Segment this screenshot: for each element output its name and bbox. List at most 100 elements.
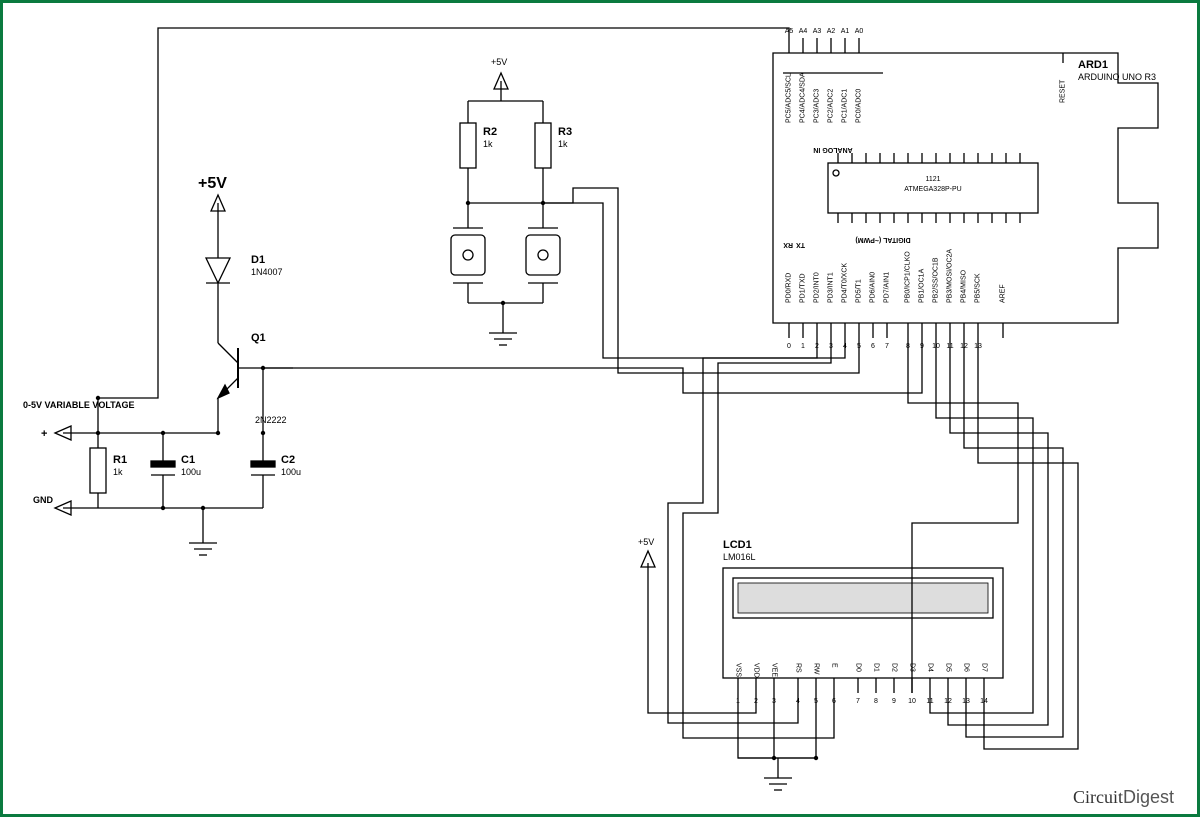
- svg-text:PD3/INT1: PD3/INT1: [828, 272, 835, 303]
- reset: RESET: [1060, 79, 1067, 103]
- gnd-label: GND: [33, 495, 54, 505]
- arrow-5v-buttons: [494, 73, 508, 101]
- svg-text:PC5/ADC5/SCL: PC5/ADC5/SCL: [786, 73, 793, 123]
- svg-text:A3: A3: [813, 28, 822, 35]
- c2-val: 100u: [281, 467, 301, 477]
- svg-text:E: E: [831, 663, 838, 668]
- q1-ref: Q1: [251, 332, 266, 344]
- svg-text:VSS: VSS: [735, 663, 742, 677]
- svg-text:PD1/TXD: PD1/TXD: [800, 273, 807, 303]
- plus-sign: +: [41, 428, 47, 440]
- svg-text:7: 7: [885, 343, 889, 350]
- svg-text:A4: A4: [799, 28, 808, 35]
- rx-label: RX: [783, 241, 793, 248]
- svg-text:A0: A0: [855, 28, 864, 35]
- chip-num: 1121: [925, 176, 940, 183]
- svg-text:PB0/ICP1/CLKO: PB0/ICP1/CLKO: [905, 251, 912, 303]
- svg-text:PD2/INT0: PD2/INT0: [814, 272, 821, 303]
- d1-val: 1N4007: [251, 267, 283, 277]
- svg-text:VDD: VDD: [753, 663, 760, 678]
- svg-text:PD7/AIN1: PD7/AIN1: [884, 272, 891, 303]
- ard-ref: ARD1: [1078, 59, 1108, 71]
- schematic-frame: +5V D1 1N4007 Q1 2N2222 0-5V VARIABLE VO…: [0, 0, 1200, 817]
- label-5v-lcd: +5V: [638, 537, 654, 547]
- tx-label: TX: [796, 241, 805, 248]
- svg-text:PB2/SS/OC1B: PB2/SS/OC1B: [933, 257, 940, 303]
- svg-text:RS: RS: [795, 663, 802, 673]
- svg-text:PD5/T1: PD5/T1: [856, 279, 863, 303]
- svg-text:VEE: VEE: [771, 663, 778, 677]
- svg-text:PC4/ADC4/SDA: PC4/ADC4/SDA: [800, 72, 807, 123]
- arrow-5v-main: [211, 195, 225, 231]
- lcd-pin-labels: VSS VDD VEE RS RW E D0 D1 D2 D3 D4 D5 D6…: [735, 663, 988, 705]
- cap-c1: [151, 433, 175, 508]
- c1-ref: C1: [181, 454, 195, 466]
- svg-text:PC2/ADC2: PC2/ADC2: [828, 89, 835, 123]
- analog-pins: A5 A4 A3 A2 A1 A0 PC5/ADC5/SCL PC4/ADC4/…: [785, 28, 864, 123]
- svg-text:A2: A2: [827, 28, 836, 35]
- svg-text:A1: A1: [841, 28, 850, 35]
- r3-val: 1k: [558, 139, 568, 149]
- net-vss-gnd: [738, 693, 816, 758]
- svg-text:PD0/RXD: PD0/RXD: [786, 273, 793, 303]
- lcd-pins: [738, 678, 984, 693]
- analog-in: ANALOG IN: [813, 146, 852, 153]
- svg-text:9: 9: [892, 698, 896, 705]
- svg-text:D4: D4: [927, 663, 934, 672]
- ground-buttons: [489, 303, 517, 345]
- schematic-svg: +5V D1 1N4007 Q1 2N2222 0-5V VARIABLE VO…: [3, 3, 1197, 814]
- resistor-r1: [90, 433, 106, 508]
- svg-text:1: 1: [801, 343, 805, 350]
- svg-text:7: 7: [856, 698, 860, 705]
- svg-text:PB3/MOSI/OC2A: PB3/MOSI/OC2A: [947, 249, 954, 303]
- svg-text:PC0/ADC0: PC0/ADC0: [856, 89, 863, 123]
- svg-text:PB4/MISO: PB4/MISO: [961, 269, 968, 303]
- label-5v-buttons: +5V: [491, 57, 507, 67]
- svg-text:AREF: AREF: [1000, 284, 1007, 303]
- svg-text:6: 6: [871, 343, 875, 350]
- digital-pwm: DIGITAL (~PWM): [855, 236, 910, 243]
- net-feedback: [98, 28, 789, 433]
- svg-text:PD6/AIN0: PD6/AIN0: [870, 272, 877, 303]
- label-5v-main: +5V: [198, 175, 227, 192]
- cap-c2: [251, 433, 275, 508]
- ground-lcd: [764, 758, 792, 790]
- svg-text:PC3/ADC3: PC3/ADC3: [814, 89, 821, 123]
- svg-text:PB5/SCK: PB5/SCK: [975, 273, 982, 303]
- svg-text:8: 8: [874, 698, 878, 705]
- net-btn2: [543, 188, 859, 373]
- chip-label: ATMEGA328P-PU: [904, 186, 961, 193]
- svg-text:0: 0: [787, 343, 791, 350]
- r2-ref: R2: [483, 126, 497, 138]
- svg-text:D0: D0: [855, 663, 862, 672]
- r2-val: 1k: [483, 139, 493, 149]
- svg-text:D1: D1: [873, 663, 880, 672]
- svg-text:PB1/OC1A: PB1/OC1A: [919, 268, 926, 303]
- lcd-ref: LCD1: [723, 539, 752, 551]
- lcd-val: LM016L: [723, 552, 756, 562]
- svg-text:D6: D6: [963, 663, 970, 672]
- logo: CircuitDigest: [1073, 787, 1174, 807]
- c2-ref: C2: [281, 454, 295, 466]
- var-voltage-label: 0-5V VARIABLE VOLTAGE: [23, 400, 135, 410]
- r1-val: 1k: [113, 467, 123, 477]
- svg-text:D2: D2: [891, 663, 898, 672]
- lcd-block: [723, 568, 1003, 678]
- resistor-r3: [535, 101, 551, 203]
- diode-d1: [206, 231, 230, 313]
- svg-text:PD4/T0/XCK: PD4/T0/XCK: [842, 263, 849, 303]
- svg-text:D5: D5: [945, 663, 952, 672]
- out-gnd-arrow: [55, 501, 98, 515]
- r3-ref: R3: [558, 126, 572, 138]
- svg-text:PC1/ADC1: PC1/ADC1: [842, 89, 849, 123]
- d1-ref: D1: [251, 254, 265, 266]
- ground-left: [189, 508, 217, 555]
- svg-text:10: 10: [908, 698, 916, 705]
- out-plus-arrow: [55, 426, 98, 440]
- button-2: [526, 203, 560, 303]
- button-1: [451, 203, 485, 303]
- svg-text:D7: D7: [981, 663, 988, 672]
- resistor-r2: [460, 101, 476, 203]
- digital-pins: 0 1 2 3 4 5 6 7 8 9 10 11 12 13 AREF PD0…: [786, 249, 1007, 350]
- q1-val: 2N2222: [255, 415, 287, 425]
